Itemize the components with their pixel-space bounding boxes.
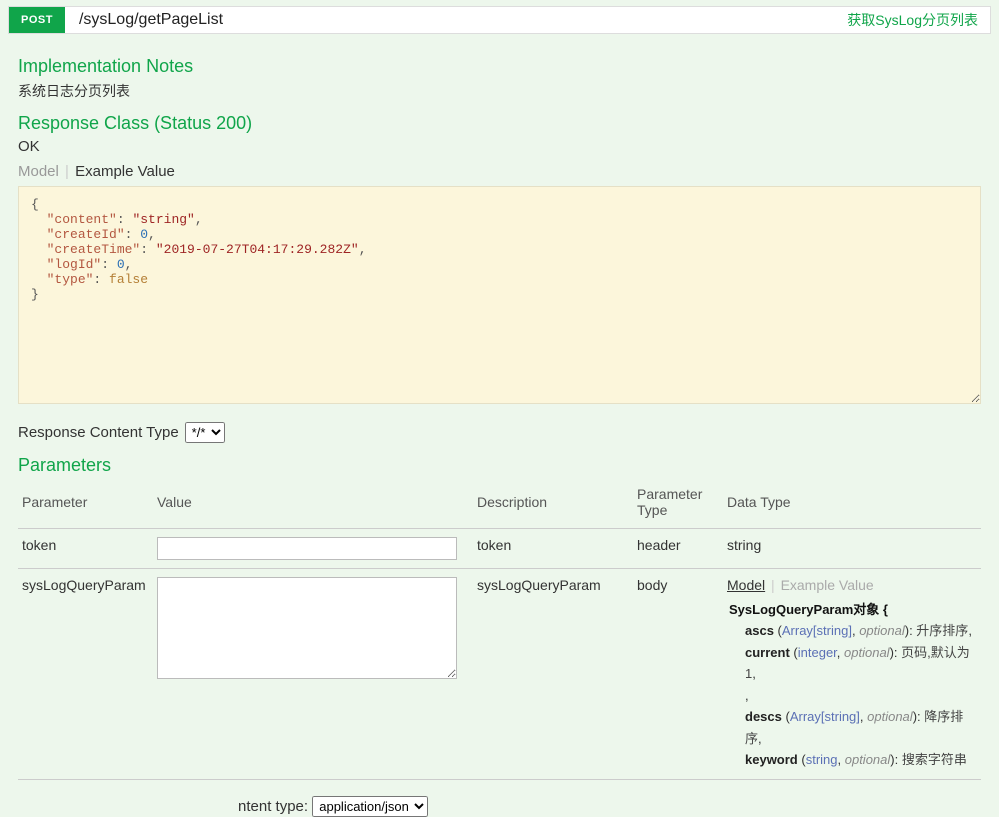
param-type: header: [633, 529, 723, 569]
endpoint-path: /sysLog/getPageList: [65, 11, 835, 29]
table-row: token token header string: [18, 529, 981, 569]
tab-model[interactable]: Model: [727, 577, 765, 593]
tab-separator: |: [771, 577, 775, 593]
tab-example-value[interactable]: Example Value: [75, 163, 175, 180]
parameters-table: Parameter Value Description Parameter Ty…: [18, 480, 981, 780]
param-name: sysLogQueryParam: [18, 569, 153, 780]
param-name: token: [18, 529, 153, 569]
th-description: Description: [473, 480, 633, 529]
param-content-type-select[interactable]: application/json: [312, 796, 428, 817]
parameters-heading: Parameters: [18, 455, 981, 476]
implementation-notes-body: 系统日志分页列表: [18, 81, 981, 101]
model-schema: SysLogQueryParam对象 {ascs (Array[string],…: [727, 599, 977, 771]
param-value-input-token[interactable]: [157, 537, 457, 560]
response-content-type-label: Response Content Type: [18, 424, 179, 441]
implementation-notes-heading: Implementation Notes: [18, 56, 981, 77]
param-value-textarea-body[interactable]: [157, 577, 457, 679]
tab-example-value[interactable]: Example Value: [781, 577, 874, 593]
response-example-json[interactable]: { "content": "string", "createId": 0, "c…: [18, 186, 981, 404]
param-datatype: string: [723, 529, 981, 569]
tab-model[interactable]: Model: [18, 163, 59, 180]
tab-separator: |: [65, 163, 69, 180]
datatype-model-tabs: Model | Example Value: [727, 577, 977, 593]
param-description: token: [473, 529, 633, 569]
table-row: sysLogQueryParam sysLogQueryParam body M…: [18, 569, 981, 780]
th-value: Value: [153, 480, 473, 529]
http-method-badge: POST: [9, 7, 65, 33]
th-parameter: Parameter: [18, 480, 153, 529]
param-type: body: [633, 569, 723, 780]
operation-header[interactable]: POST /sysLog/getPageList 获取SysLog分页列表: [8, 6, 991, 34]
param-description: sysLogQueryParam: [473, 569, 633, 780]
response-class-heading: Response Class (Status 200): [18, 113, 981, 134]
endpoint-summary: 获取SysLog分页列表: [835, 10, 990, 30]
response-tabs: Model | Example Value: [18, 163, 981, 180]
response-content-type-select[interactable]: */*: [185, 422, 225, 443]
param-content-type-label: ntent type:: [238, 798, 308, 815]
response-status: OK: [18, 138, 981, 155]
th-parameter-type: Parameter Type: [633, 480, 723, 529]
th-data-type: Data Type: [723, 480, 981, 529]
